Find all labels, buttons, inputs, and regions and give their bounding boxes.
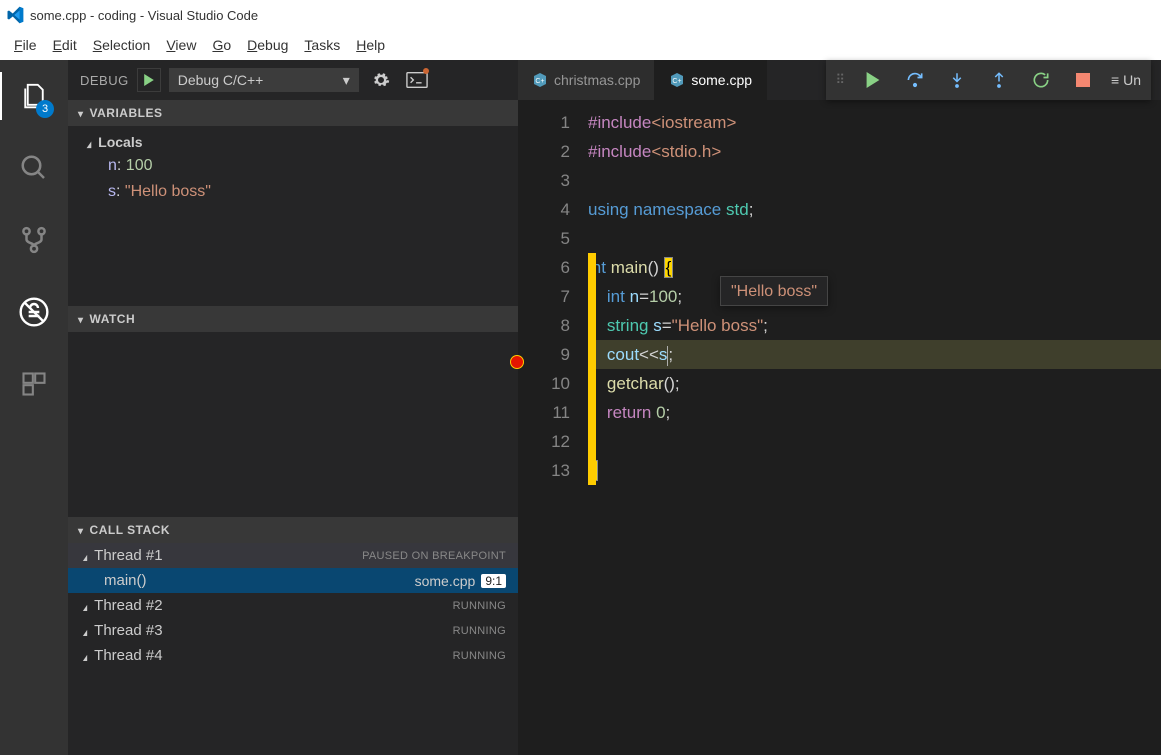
thread-row[interactable]: Thread #2RUNNING xyxy=(68,593,518,618)
editor-body[interactable]: 12345678910111213 #include<iostream>#inc… xyxy=(518,100,1161,755)
step-into-button[interactable] xyxy=(943,66,971,94)
stop-button[interactable] xyxy=(1069,66,1097,94)
title-bar: some.cpp - coding - Visual Studio Code xyxy=(0,0,1161,30)
menu-debug[interactable]: Debug xyxy=(239,33,296,57)
variables-title: VARIABLES xyxy=(90,106,163,120)
step-over-icon xyxy=(905,70,925,90)
editor-area: C+christmas.cppC+some.cpp ⠿ xyxy=(518,60,1161,755)
activity-bar: 3 xyxy=(0,60,68,755)
cpp-file-icon: C+ xyxy=(532,72,548,88)
hover-tooltip: "Hello boss" xyxy=(720,276,828,306)
activity-explorer[interactable]: 3 xyxy=(10,72,58,120)
menu-file[interactable]: File xyxy=(6,33,45,57)
debug-label: DEBUG xyxy=(80,73,129,88)
debug-config-label: Debug C/C++ xyxy=(178,72,264,88)
line-number-gutter: 12345678910111213 xyxy=(518,100,588,755)
step-into-icon xyxy=(948,70,966,90)
menu-go[interactable]: Go xyxy=(204,33,239,57)
watch-body xyxy=(68,332,518,517)
hover-value: "Hello boss" xyxy=(731,283,817,300)
chevron-down-icon xyxy=(86,134,92,150)
variable-row[interactable]: n: 100 xyxy=(68,152,518,178)
no-bug-icon xyxy=(18,296,50,328)
toolbar-overflow[interactable]: ≡ Un xyxy=(1111,72,1141,88)
thread-row[interactable]: Thread #4RUNNING xyxy=(68,643,518,668)
debug-header: DEBUG Debug C/C++ ▾ xyxy=(68,60,518,100)
debug-settings-button[interactable] xyxy=(367,66,395,94)
chevron-down-icon xyxy=(82,647,88,664)
chevron-down-icon xyxy=(82,622,88,639)
locals-scope[interactable]: Locals xyxy=(68,132,518,152)
play-icon xyxy=(143,74,155,86)
code-content[interactable]: #include<iostream>#include<stdio.h>using… xyxy=(588,100,1161,755)
step-out-button[interactable] xyxy=(985,66,1013,94)
gear-icon xyxy=(372,71,390,89)
debug-toolbar: ⠿ ≡ Un xyxy=(826,60,1152,100)
vscode-logo-icon xyxy=(6,6,24,24)
cpp-file-icon: C+ xyxy=(669,72,685,88)
thread-row[interactable]: Thread #3RUNNING xyxy=(68,618,518,643)
editor-tab[interactable]: C+christmas.cpp xyxy=(518,60,655,100)
callstack-body: Thread #1PAUSED ON BREAKPOINTmain()some.… xyxy=(68,543,518,668)
stack-frame-row[interactable]: main()some.cpp 9:1 xyxy=(68,568,518,593)
start-debug-button[interactable] xyxy=(137,68,161,92)
window-title: some.cpp - coding - Visual Studio Code xyxy=(30,8,258,23)
callstack-section-header[interactable]: CALL STACK xyxy=(68,517,518,543)
activity-search[interactable] xyxy=(10,144,58,192)
step-over-button[interactable] xyxy=(901,66,929,94)
locals-label: Locals xyxy=(98,134,142,150)
menu-edit[interactable]: Edit xyxy=(45,33,85,57)
thread-row[interactable]: Thread #1PAUSED ON BREAKPOINT xyxy=(68,543,518,568)
editor-tab[interactable]: C+some.cpp xyxy=(655,60,767,100)
menu-bar: File Edit Selection View Go Debug Tasks … xyxy=(0,30,1161,60)
restart-icon xyxy=(1031,70,1051,90)
step-out-icon xyxy=(990,70,1008,90)
variables-body: Locals n: 100s: "Hello boss" xyxy=(68,126,518,306)
activity-debug[interactable] xyxy=(10,288,58,336)
svg-text:C+: C+ xyxy=(673,78,682,85)
chevron-down-icon xyxy=(78,106,84,120)
menu-selection[interactable]: Selection xyxy=(85,33,159,57)
chevron-down-icon: ▾ xyxy=(343,72,350,89)
chevron-down-icon xyxy=(78,312,84,326)
activity-scm[interactable] xyxy=(10,216,58,264)
chevron-down-icon xyxy=(82,597,88,614)
menu-help[interactable]: Help xyxy=(348,33,393,57)
restart-button[interactable] xyxy=(1027,66,1055,94)
tab-bar: C+christmas.cppC+some.cpp ⠿ xyxy=(518,60,1161,100)
menu-view[interactable]: View xyxy=(158,33,204,57)
debug-console-button[interactable] xyxy=(403,66,431,94)
source-control-icon xyxy=(19,225,49,255)
chevron-down-icon xyxy=(82,547,88,564)
drag-handle-icon[interactable]: ⠿ xyxy=(836,72,846,88)
debug-console-icon xyxy=(406,71,428,89)
search-icon xyxy=(19,153,49,183)
variables-section-header[interactable]: VARIABLES xyxy=(68,100,518,126)
debug-config-dropdown[interactable]: Debug C/C++ ▾ xyxy=(169,68,359,92)
continue-button[interactable] xyxy=(859,66,887,94)
explorer-badge: 3 xyxy=(36,100,54,118)
debug-sidebar: DEBUG Debug C/C++ ▾ VARIABLES Locals xyxy=(68,60,518,755)
chevron-down-icon xyxy=(78,523,84,537)
activity-extensions[interactable] xyxy=(10,360,58,408)
extensions-icon xyxy=(20,370,48,398)
stop-icon xyxy=(1076,73,1090,87)
callstack-title: CALL STACK xyxy=(90,523,171,537)
play-icon xyxy=(865,72,881,88)
svg-text:C+: C+ xyxy=(535,78,544,85)
watch-section-header[interactable]: WATCH xyxy=(68,306,518,332)
execution-range-glyph xyxy=(588,253,596,485)
variable-row[interactable]: s: "Hello boss" xyxy=(68,178,518,204)
menu-tasks[interactable]: Tasks xyxy=(296,33,348,57)
watch-title: WATCH xyxy=(90,312,136,326)
